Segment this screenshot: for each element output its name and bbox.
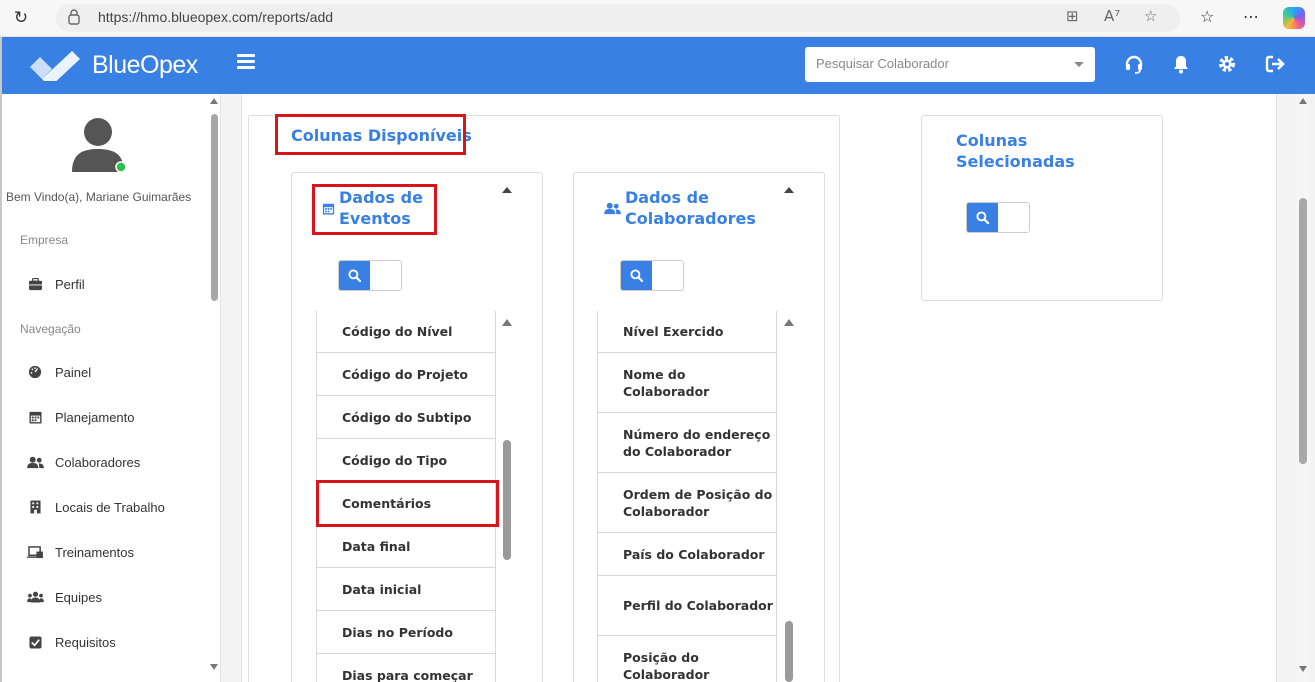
favorites-icon[interactable]: ☆ [1200, 7, 1214, 26]
list-item[interactable]: Dias para começar [316, 654, 496, 682]
users-icon [26, 454, 44, 470]
more-menu-icon[interactable]: ⋯ [1243, 7, 1259, 26]
search-icon[interactable] [621, 261, 652, 290]
briefcase-icon [26, 276, 44, 292]
scroll-up-arrow-icon[interactable] [1299, 98, 1307, 104]
sidebar-item-label: Equipes [55, 589, 102, 605]
highlight-box [275, 114, 466, 155]
sidebar-item-collaborators[interactable]: Colaboradores [26, 452, 140, 472]
scroll-up-arrow-icon[interactable] [784, 319, 794, 326]
calendar-icon [26, 409, 44, 425]
sidebar-item-dashboard[interactable]: Painel [26, 362, 91, 382]
chevron-down-icon [1074, 62, 1084, 67]
browser-toolbar: ↻ https://hmo.blueopex.com/reports/add ⊞… [0, 0, 1315, 37]
app-header: BlueOpex Pesquisar Colaborador [0, 37, 1315, 94]
search-placeholder: Pesquisar Colaborador [816, 56, 949, 71]
list-item[interactable]: Código do Subtipo [316, 396, 496, 439]
sidebar-item-profile[interactable]: Perfil [26, 274, 85, 294]
list-item[interactable]: Data inicial [316, 568, 496, 611]
training-icon [26, 544, 44, 560]
list-item[interactable]: Código do Tipo [316, 439, 496, 482]
page-scrollbar[interactable] [1296, 94, 1310, 682]
reload-icon[interactable]: ↻ [10, 7, 32, 29]
scroll-up-arrow-icon[interactable] [210, 98, 218, 104]
main-content: Colunas Disponíveis Dados de Eventos Cód… [241, 94, 1277, 682]
sidebar-item-label: Requisitos [55, 634, 116, 650]
sidebar-item-label: Planejamento [55, 409, 135, 425]
search-collaborator-select[interactable]: Pesquisar Colaborador [805, 47, 1095, 82]
scroll-down-arrow-icon[interactable] [1299, 666, 1307, 672]
bell-icon[interactable] [1170, 53, 1192, 75]
collapse-caret-icon[interactable] [784, 187, 794, 193]
list-item[interactable]: Código do Nível [316, 311, 496, 353]
section-label-navigation: Navegação [20, 322, 81, 336]
sidebar-item-trainings[interactable]: Treinamentos [26, 542, 134, 562]
read-aloud-icon[interactable]: A⁷ [1104, 7, 1120, 25]
collaborators-list-scroll-thumb[interactable] [785, 621, 793, 682]
lock-icon [68, 9, 80, 25]
sidebar-item-workplaces[interactable]: Locais de Trabalho [26, 497, 165, 517]
list-item[interactable]: Código do Projeto [316, 353, 496, 396]
building-icon [26, 499, 44, 515]
avatar[interactable] [72, 116, 128, 174]
address-bar[interactable]: https://hmo.blueopex.com/reports/add ⊞ A… [56, 4, 1180, 32]
search-icon[interactable] [967, 203, 998, 232]
sidebar-item-label: Colaboradores [55, 454, 141, 470]
gear-icon[interactable] [1216, 53, 1238, 75]
list-item[interactable]: Posição do Colaborador [597, 636, 777, 682]
list-item[interactable]: Nome do Colaborador [597, 353, 777, 413]
sidebar-scroll-thumb[interactable] [211, 114, 218, 301]
brand-name[interactable]: BlueOpex [92, 51, 198, 80]
sidebar-item-label: Perfil [55, 276, 85, 292]
search-icon[interactable] [339, 261, 370, 290]
welcome-text: Bem Vindo(a), Mariane Guimarães [6, 190, 192, 204]
selected-search-toggle[interactable] [966, 202, 1030, 233]
sidebar-item-label: Locais de Trabalho [55, 499, 165, 515]
list-item[interactable]: Perfil do Colaborador [597, 576, 777, 636]
team-icon [26, 589, 44, 605]
events-list-scroll-thumb[interactable] [503, 440, 511, 560]
sidebar-item-label: Treinamentos [55, 544, 134, 560]
url-text: https://hmo.blueopex.com/reports/add [98, 9, 334, 25]
collaborators-columns-list: Nível Exercido Nome do Colaborador Número … [597, 311, 779, 682]
dashboard-icon [26, 364, 44, 380]
users-icon [604, 202, 621, 215]
section-label-company: Empresa [20, 233, 69, 247]
headset-icon[interactable] [1123, 53, 1145, 75]
highlight-box [312, 184, 437, 235]
sidebar: Bem Vindo(a), Mariane Guimarães Empresa … [0, 94, 221, 682]
scroll-up-arrow-icon[interactable] [502, 319, 512, 326]
blueopex-logo-icon [30, 51, 80, 81]
list-item[interactable]: País do Colaborador [597, 533, 777, 576]
scroll-down-arrow-icon[interactable] [210, 664, 218, 670]
checkbox-icon [26, 634, 44, 650]
sidebar-item-planning[interactable]: Planejamento [26, 407, 135, 427]
app-grid-icon[interactable]: ⊞ [1066, 7, 1079, 25]
highlight-box [316, 480, 499, 527]
collaborators-data-title: Dados de Colaboradores [625, 188, 756, 228]
sidebar-item-label: Painel [55, 364, 92, 380]
list-item[interactable]: Dias no Período [316, 611, 496, 654]
sidebar-item-teams[interactable]: Equipes [26, 587, 102, 607]
collaborators-search-toggle[interactable] [620, 260, 684, 291]
hamburger-menu-icon[interactable] [237, 54, 255, 70]
sidebar-scrollbar[interactable] [208, 94, 220, 682]
sidebar-item-requirements[interactable]: Requisitos [26, 632, 116, 652]
list-item[interactable]: Data final [316, 525, 496, 568]
selected-columns-title: Colunas Selecionadas [956, 131, 1075, 171]
logout-icon[interactable] [1264, 53, 1286, 75]
events-search-toggle[interactable] [338, 260, 402, 291]
favorite-star-icon[interactable]: ☆ [1144, 7, 1157, 25]
page-scroll-thumb[interactable] [1299, 198, 1307, 464]
list-item[interactable]: Ordem de Posição do Colaborador [597, 473, 777, 533]
copilot-icon[interactable] [1283, 7, 1305, 29]
list-item[interactable]: Nível Exercido [597, 311, 777, 353]
list-item[interactable]: Número do endereço do Colaborador [597, 413, 777, 473]
collapse-caret-icon[interactable] [502, 187, 512, 193]
